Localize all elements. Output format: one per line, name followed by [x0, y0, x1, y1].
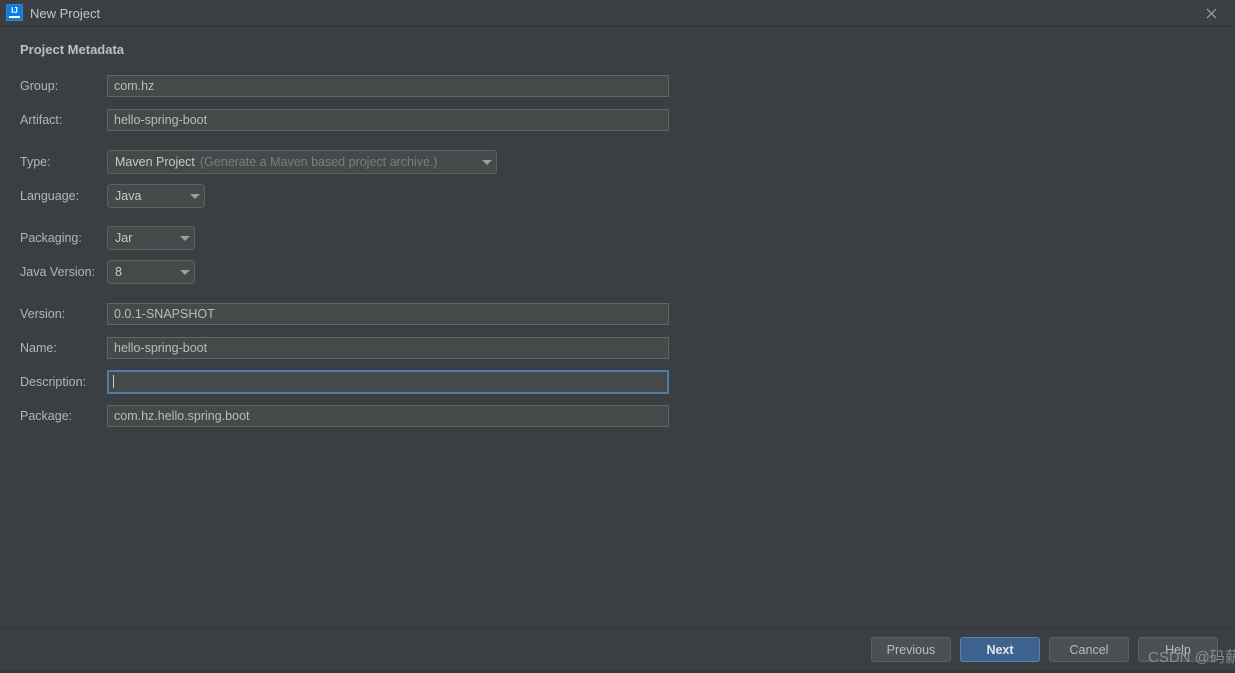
- new-project-dialog: IJ New Project Project Metadata Group: A…: [0, 0, 1235, 673]
- packaging-value: Jar: [115, 231, 133, 245]
- group-input[interactable]: [107, 75, 669, 97]
- type-hint: (Generate a Maven based project archive.…: [199, 155, 438, 169]
- help-button[interactable]: Help: [1138, 637, 1218, 662]
- close-icon[interactable]: [1197, 0, 1225, 27]
- package-input[interactable]: [107, 405, 669, 427]
- package-label: Package:: [20, 409, 73, 423]
- section-heading: Project Metadata: [20, 42, 125, 57]
- form-row-version: Version:: [0, 303, 1235, 325]
- intellij-idea-icon: IJ: [6, 4, 23, 21]
- form-row-java-version: Java Version: 8: [0, 260, 1235, 284]
- close-icon-glyph: [1206, 8, 1216, 19]
- language-value: Java: [115, 189, 142, 203]
- form-row-packaging: Packaging: Jar: [0, 226, 1235, 250]
- group-label: Group:: [20, 79, 59, 93]
- type-value: Maven Project: [115, 155, 195, 169]
- window-title: New Project: [30, 6, 101, 21]
- type-label: Type:: [20, 155, 51, 169]
- chevron-down-icon: [170, 269, 190, 275]
- description-input[interactable]: [107, 370, 669, 394]
- cancel-button[interactable]: Cancel: [1049, 637, 1129, 662]
- language-dropdown[interactable]: Java: [107, 184, 205, 208]
- form-row-artifact: Artifact:: [0, 109, 1235, 131]
- form-row-language: Language: Java: [0, 184, 1235, 208]
- language-label: Language:: [20, 189, 80, 203]
- app-icon-letters: IJ: [11, 6, 18, 15]
- app-icon-underline: [9, 16, 20, 18]
- packaging-dropdown[interactable]: Jar: [107, 226, 195, 250]
- form-row-package: Package:: [0, 405, 1235, 427]
- next-button[interactable]: Next: [960, 637, 1040, 662]
- name-label: Name:: [20, 341, 57, 355]
- java-version-value: 8: [115, 265, 122, 279]
- name-input[interactable]: [107, 337, 669, 359]
- description-label: Description:: [20, 375, 86, 389]
- version-input[interactable]: [107, 303, 669, 325]
- title-bar: IJ New Project: [0, 0, 1235, 27]
- form-row-description: Description:: [0, 370, 1235, 394]
- java-version-label: Java Version:: [20, 265, 96, 279]
- text-caret: [113, 375, 114, 388]
- type-dropdown[interactable]: Maven Project (Generate a Maven based pr…: [107, 150, 497, 174]
- packaging-label: Packaging:: [20, 231, 82, 245]
- dialog-footer: Previous Next Cancel Help: [0, 627, 1235, 673]
- previous-button[interactable]: Previous: [871, 637, 951, 662]
- form-row-type: Type: Maven Project (Generate a Maven ba…: [0, 150, 1235, 174]
- form-row-name: Name:: [0, 337, 1235, 359]
- chevron-down-icon: [170, 235, 190, 241]
- artifact-label: Artifact:: [20, 113, 63, 127]
- java-version-dropdown[interactable]: 8: [107, 260, 195, 284]
- form-row-group: Group:: [0, 75, 1235, 97]
- chevron-down-icon: [472, 159, 492, 165]
- chevron-down-icon: [180, 193, 200, 199]
- version-label: Version:: [20, 307, 66, 321]
- artifact-input[interactable]: [107, 109, 669, 131]
